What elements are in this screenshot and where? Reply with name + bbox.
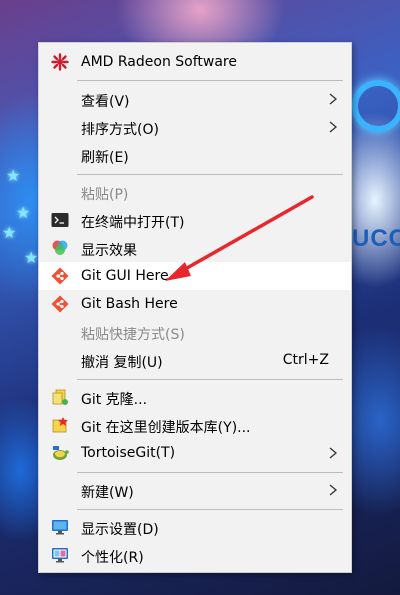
menu-item-label: 显示设置(D) — [81, 522, 159, 538]
menu-separator — [77, 80, 343, 81]
menu-item-refresh[interactable]: 刷新(E) — [39, 141, 351, 169]
menu-separator — [77, 472, 343, 473]
menu-item-shortcut: Ctrl+Z — [282, 352, 329, 368]
git-icon — [51, 267, 69, 285]
menu-item-label: AMD Radeon Software — [81, 54, 237, 70]
chevron-right-icon — [329, 121, 338, 133]
menu-item-display-effects[interactable]: 显示效果 — [39, 234, 351, 262]
wallpaper-star-icon: ★ — [6, 166, 21, 185]
menu-item-tortoisegit[interactable]: TortoiseGit(T) — [39, 439, 351, 467]
menu-separator — [77, 509, 343, 510]
menu-item-label: 撤消 复制(U) — [81, 355, 163, 371]
menu-item-label: 排序方式(O) — [81, 122, 159, 138]
menu-item-label: Git 在这里创建版本库(Y)... — [81, 420, 251, 436]
menu-item-view[interactable]: 查看(V) — [39, 85, 351, 113]
chevron-right-icon — [329, 447, 338, 459]
chevron-right-icon — [329, 484, 338, 496]
menu-item-undo-copy[interactable]: 撤消 复制(U) Ctrl+Z — [39, 346, 351, 374]
menu-item-personalize[interactable]: 个性化(R) — [39, 541, 351, 569]
menu-item-label: Git 克隆... — [81, 392, 148, 408]
git-icon — [51, 295, 69, 313]
wallpaper-text: UCC — [352, 225, 400, 252]
menu-separator — [77, 174, 343, 175]
menu-item-sort-by[interactable]: 排序方式(O) — [39, 113, 351, 141]
tortoisegit-icon — [53, 446, 69, 460]
menu-item-label: Git GUI Here — [81, 268, 169, 284]
menu-item-label: TortoiseGit(T) — [81, 445, 176, 461]
menu-item-label: 新建(W) — [81, 485, 134, 501]
wallpaper-star-icon: ★ — [24, 248, 39, 267]
menu-item-paste-shortcut: 粘贴快捷方式(S) — [39, 318, 351, 346]
display-settings-icon — [52, 520, 68, 535]
menu-item-label: 粘贴(P) — [81, 187, 129, 203]
menu-separator — [77, 379, 343, 380]
menu-item-amd-radeon-software[interactable]: AMD Radeon Software — [39, 48, 351, 76]
menu-item-git-clone[interactable]: Git 克隆... — [39, 383, 351, 411]
personalize-icon — [52, 548, 68, 563]
menu-item-git-bash-here[interactable]: Git Bash Here — [39, 290, 351, 318]
menu-item-label: 刷新(E) — [81, 150, 129, 166]
wallpaper-ring — [352, 80, 400, 132]
menu-item-label: 个性化(R) — [81, 550, 144, 566]
color-effects-icon — [52, 240, 68, 255]
menu-item-display-settings[interactable]: 显示设置(D) — [39, 513, 351, 541]
menu-item-new[interactable]: 新建(W) — [39, 476, 351, 504]
terminal-icon — [51, 213, 69, 227]
chevron-right-icon — [329, 93, 338, 105]
menu-item-label: 在终端中打开(T) — [81, 215, 185, 231]
menu-item-label: 粘贴快捷方式(S) — [81, 327, 185, 343]
menu-item-paste: 粘贴(P) — [39, 178, 351, 206]
menu-item-git-create-repo[interactable]: Git 在这里创建版本库(Y)... — [39, 411, 351, 439]
wallpaper-star-icon: ★ — [2, 223, 17, 242]
menu-item-label: Git Bash Here — [81, 296, 178, 312]
tortoisegit-clone-icon — [52, 389, 68, 405]
menu-item-open-in-terminal[interactable]: 在终端中打开(T) — [39, 206, 351, 234]
menu-item-label: 查看(V) — [81, 94, 130, 110]
tortoisegit-create-repo-icon — [52, 417, 68, 433]
menu-item-git-gui-here[interactable]: Git GUI Here — [39, 262, 351, 290]
context-menu: AMD Radeon Software 查看(V) 排序方式(O) 刷新(E) … — [38, 42, 352, 573]
menu-item-label: 显示效果 — [81, 243, 137, 259]
wallpaper-star-icon: ★ — [16, 203, 31, 222]
amd-radeon-icon — [51, 53, 69, 71]
